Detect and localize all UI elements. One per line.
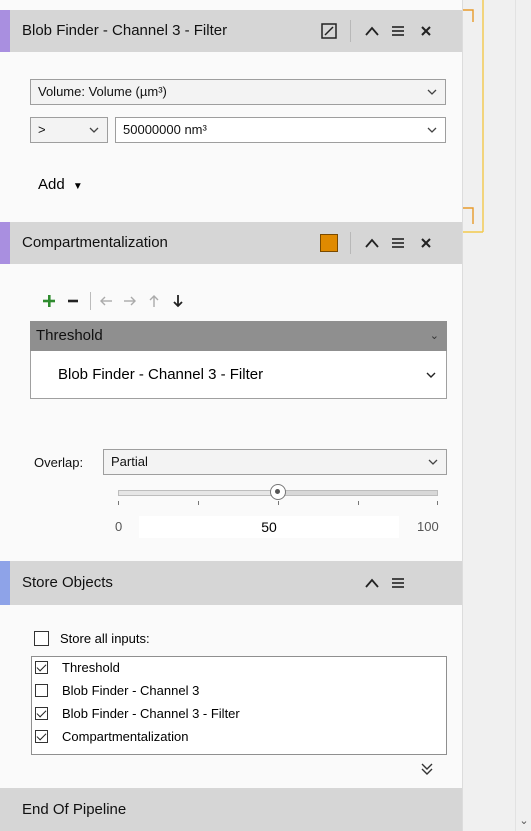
operator-select[interactable]: > xyxy=(30,117,108,143)
threshold-group-header[interactable]: Threshold ⌄ xyxy=(30,321,447,351)
threshold-group-item[interactable]: Blob Finder - Channel 3 - Filter xyxy=(31,364,446,386)
list-item-checkbox[interactable] xyxy=(35,661,48,674)
list-item-label: Compartmentalization xyxy=(62,729,189,744)
overlap-slider-fill xyxy=(119,491,279,495)
store-all-checkbox[interactable] xyxy=(34,631,49,646)
threshold-group-item-label: Blob Finder - Channel 3 - Filter xyxy=(58,366,264,383)
collapse-chevron-up-icon[interactable] xyxy=(360,571,384,595)
list-item-checkbox[interactable] xyxy=(35,684,48,697)
chevron-down-icon xyxy=(427,127,437,133)
overlap-select-value: Partial xyxy=(111,454,148,469)
list-item[interactable]: Blob Finder - Channel 3 - Filter xyxy=(32,705,446,723)
add-button-label: Add xyxy=(38,176,65,193)
chevron-down-icon xyxy=(428,459,438,465)
list-item[interactable]: Threshold xyxy=(32,659,446,677)
slider-max-label: 100 xyxy=(417,519,439,534)
overlap-label: Overlap: xyxy=(34,455,84,470)
store-panel-header[interactable]: Store Objects xyxy=(0,561,462,605)
overlap-select[interactable]: Partial xyxy=(103,449,447,475)
arrow-up-icon[interactable] xyxy=(143,290,165,312)
expand-double-chevron-icon[interactable] xyxy=(420,762,436,778)
compartment-panel-header[interactable]: Compartmentalization xyxy=(0,222,462,264)
arrow-left-icon[interactable] xyxy=(95,290,117,312)
close-icon[interactable] xyxy=(414,19,438,43)
add-button[interactable]: Add ▼ xyxy=(38,176,83,193)
end-panel-title: End Of Pipeline xyxy=(22,801,127,818)
slider-min-label: 0 xyxy=(115,519,123,534)
value-select-value: 50000000 nm³ xyxy=(123,122,207,137)
arrow-right-icon[interactable] xyxy=(119,290,141,312)
slider-value: 50 xyxy=(261,519,277,535)
collapse-chevron-up-icon[interactable] xyxy=(360,231,384,255)
store-panel-title: Store Objects xyxy=(22,574,113,591)
slider-tick xyxy=(278,501,279,505)
store-objects-list: Threshold Blob Finder - Channel 3 Blob F… xyxy=(31,656,447,755)
store-panel-accent xyxy=(0,561,10,605)
list-item-label: Threshold xyxy=(62,660,120,675)
plus-icon[interactable] xyxy=(38,290,60,312)
chevron-down-icon xyxy=(427,89,437,95)
value-select[interactable]: 50000000 nm³ xyxy=(115,117,446,143)
end-panel-header[interactable]: End Of Pipeline xyxy=(0,788,462,831)
chevron-down-icon xyxy=(426,372,436,378)
color-swatch-button[interactable] xyxy=(317,231,341,255)
color-swatch xyxy=(320,234,338,252)
chevron-down-icon xyxy=(89,127,99,133)
menu-hamburger-icon[interactable] xyxy=(386,19,410,43)
slider-tick xyxy=(118,501,119,505)
toolbar-separator xyxy=(90,292,91,310)
pipeline-connector-area xyxy=(462,0,515,831)
compartment-panel-accent xyxy=(0,222,10,264)
threshold-group-body: Blob Finder - Channel 3 - Filter xyxy=(30,351,447,399)
feature-select[interactable]: Volume: Volume (µm³) xyxy=(30,79,446,105)
header-separator xyxy=(350,20,351,42)
list-item[interactable]: Blob Finder - Channel 3 xyxy=(32,682,446,700)
edit-icon[interactable] xyxy=(317,19,341,43)
compartment-toolbar xyxy=(38,290,191,312)
header-separator xyxy=(350,232,351,254)
threshold-group-label: Threshold xyxy=(36,327,103,344)
list-item-checkbox[interactable] xyxy=(35,730,48,743)
chevron-down-icon: ⌄ xyxy=(429,330,439,342)
list-item-label: Blob Finder - Channel 3 - Filter xyxy=(62,706,240,721)
scroll-down-chevron-icon[interactable]: ⌄ xyxy=(518,815,530,827)
slider-value-field[interactable]: 50 xyxy=(139,516,399,538)
feature-select-value: Volume: Volume (µm³) xyxy=(38,84,167,99)
store-all-label: Store all inputs: xyxy=(60,631,150,646)
slider-tick xyxy=(358,501,359,505)
list-item-label: Blob Finder - Channel 3 xyxy=(62,683,200,698)
close-icon[interactable] xyxy=(414,231,438,255)
menu-hamburger-icon[interactable] xyxy=(386,571,410,595)
arrow-down-icon[interactable] xyxy=(167,290,189,312)
slider-tick xyxy=(437,501,438,505)
overlap-slider-thumb[interactable] xyxy=(270,484,286,500)
filter-panel-header[interactable]: Blob Finder - Channel 3 - Filter xyxy=(0,10,462,52)
slider-tick xyxy=(198,501,199,505)
menu-hamburger-icon[interactable] xyxy=(386,231,410,255)
caret-down-icon: ▼ xyxy=(72,181,83,192)
list-item[interactable]: Compartmentalization xyxy=(32,728,446,746)
filter-panel-accent xyxy=(0,10,10,52)
collapse-chevron-up-icon[interactable] xyxy=(360,19,384,43)
operator-select-value: > xyxy=(38,122,46,137)
list-item-checkbox[interactable] xyxy=(35,707,48,720)
pipeline-connector-lines xyxy=(463,0,484,233)
compartment-panel-title: Compartmentalization xyxy=(22,234,168,251)
vertical-scrollbar[interactable]: ⌄ xyxy=(515,0,531,831)
filter-panel-title: Blob Finder - Channel 3 - Filter xyxy=(22,22,228,39)
minus-icon[interactable] xyxy=(62,290,84,312)
pipeline-panel-column: Blob Finder - Channel 3 - Filter Volume:… xyxy=(0,0,462,831)
